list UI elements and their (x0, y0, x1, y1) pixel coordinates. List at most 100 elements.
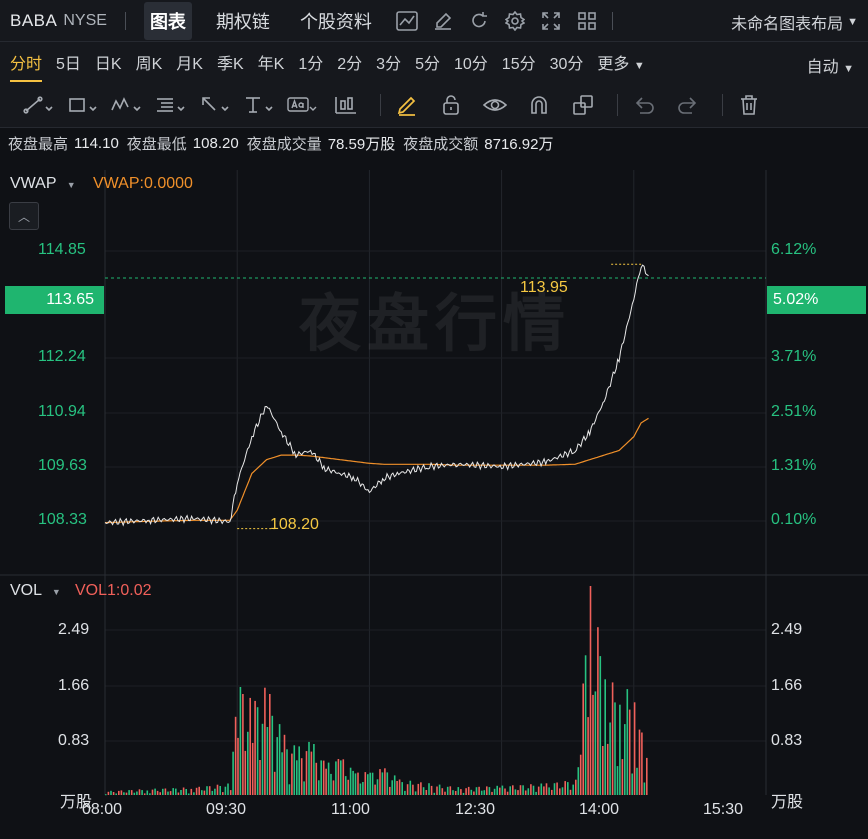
period-monthly[interactable]: 月K (176, 44, 203, 80)
pattern-tool-icon[interactable] (108, 91, 144, 119)
eye-icon[interactable] (477, 91, 513, 119)
period-15m[interactable]: 15分 (502, 44, 536, 80)
period-2m[interactable]: 2分 (337, 44, 362, 80)
pencil-tool-icon[interactable] (389, 91, 425, 119)
low-label: 夜盘最低 (126, 135, 187, 153)
gear-icon[interactable] (504, 10, 526, 32)
fullscreen-icon[interactable] (540, 10, 562, 32)
volume-bar (141, 790, 143, 795)
volume-bar (175, 788, 177, 795)
period-30m[interactable]: 30分 (550, 44, 584, 80)
volume-bar (422, 787, 425, 795)
text-tool-icon[interactable] (240, 91, 276, 119)
volume-bar (293, 745, 296, 795)
trendline-tool-icon[interactable] (20, 91, 56, 119)
volume-bar (203, 790, 206, 795)
period-weekly[interactable]: 周K (136, 44, 163, 80)
y-tick: 108.33 (38, 511, 87, 528)
volume-bar (198, 786, 200, 795)
volume-bar (322, 760, 325, 795)
volume-bar (412, 784, 414, 795)
layout-selector[interactable]: 未命名图表布局 ▼ (731, 10, 858, 34)
volume-bar (532, 785, 535, 795)
period-10m[interactable]: 10分 (454, 44, 488, 80)
period-intraday[interactable]: 分时 (10, 44, 43, 82)
volume-bar (273, 771, 276, 795)
volume-bar (256, 707, 259, 795)
volume-bar (193, 792, 195, 795)
grid-icon[interactable] (576, 10, 598, 32)
pct-tick: 6.12% (771, 241, 817, 258)
period-3m[interactable]: 3分 (376, 44, 401, 80)
volume-bar (305, 751, 308, 795)
volume-bar (420, 782, 422, 795)
time-tick: 09:30 (206, 801, 247, 818)
label-tool-icon[interactable] (284, 91, 320, 119)
period-quarterly[interactable]: 季K (217, 44, 244, 80)
volume-bar (614, 702, 616, 795)
vwap-line (105, 417, 649, 524)
y-tick: 109.63 (38, 457, 87, 474)
volume-bar (327, 762, 330, 795)
chart-area[interactable]: 夜盘行情 VWAP ▼ VWAP:0.0000 ︿ 114.85 112.24 … (0, 170, 868, 835)
volume-bar (283, 734, 286, 795)
volume-bar (386, 772, 389, 795)
arrow-tool-icon[interactable] (196, 91, 232, 119)
volume-bar (496, 785, 498, 795)
volume-bar (381, 772, 384, 795)
volume-bar (425, 790, 428, 795)
refresh-icon[interactable] (468, 10, 490, 32)
exchange-label: NYSE (63, 11, 107, 29)
indicator-name[interactable]: VWAP ▼ (10, 175, 76, 193)
volume-bar (247, 731, 249, 795)
trash-icon[interactable] (731, 91, 767, 119)
period-yearly[interactable]: 年K (258, 44, 285, 80)
volume-bar (234, 716, 237, 795)
redo-icon[interactable] (670, 91, 706, 119)
volume-bar (180, 790, 182, 795)
period-more[interactable]: 更多 ▼ (597, 44, 644, 80)
layers-icon[interactable] (565, 91, 601, 119)
period-1m[interactable]: 1分 (298, 44, 323, 80)
collapse-button[interactable]: ︿ (9, 202, 39, 230)
fib-tool-icon[interactable] (152, 91, 188, 119)
chart-canvas[interactable]: 夜盘行情 (0, 170, 868, 835)
tab-chart[interactable]: 图表 (143, 1, 192, 40)
volume-bar (577, 767, 580, 795)
volume-bar (271, 715, 274, 795)
volume-bar (195, 787, 198, 795)
edit-icon[interactable] (432, 10, 454, 32)
volume-bar (164, 788, 167, 795)
auto-label: 自动 (806, 59, 839, 76)
lock-icon[interactable] (433, 91, 469, 119)
volume-bar (232, 751, 234, 795)
tab-profile[interactable]: 个股资料 (294, 2, 378, 40)
ticker-symbol: BABA (10, 10, 58, 30)
tab-options-chain[interactable]: 期权链 (210, 2, 276, 40)
volume-bar (509, 786, 511, 795)
candle-measure-icon[interactable] (328, 91, 364, 119)
divider (124, 11, 126, 30)
volume-bar (488, 787, 491, 795)
volume-bar (269, 694, 271, 795)
volume-bar (296, 760, 298, 795)
auto-scale-selector[interactable]: 自动 ▼ (807, 53, 854, 77)
volume-bar (504, 788, 506, 795)
period-5m[interactable]: 5分 (415, 44, 440, 80)
chevron-down-icon: ▼ (843, 63, 854, 75)
undo-icon[interactable] (626, 91, 662, 119)
volume-bar (575, 779, 577, 795)
period-daily[interactable]: 日K (95, 44, 122, 80)
volume-bar (219, 786, 221, 795)
period-5d[interactable]: 5日 (56, 44, 81, 80)
volume-indicator-name[interactable]: VOL ▼ (10, 582, 61, 600)
volume-bar (506, 791, 509, 795)
volume-bar (619, 704, 621, 795)
volume-bar (396, 781, 398, 795)
line-chart-icon[interactable] (396, 10, 418, 32)
volume-bar (276, 737, 278, 795)
volume-bar (349, 767, 352, 795)
volume-bar (501, 785, 504, 795)
magnet-icon[interactable] (521, 91, 557, 119)
rectangle-tool-icon[interactable] (64, 91, 100, 119)
